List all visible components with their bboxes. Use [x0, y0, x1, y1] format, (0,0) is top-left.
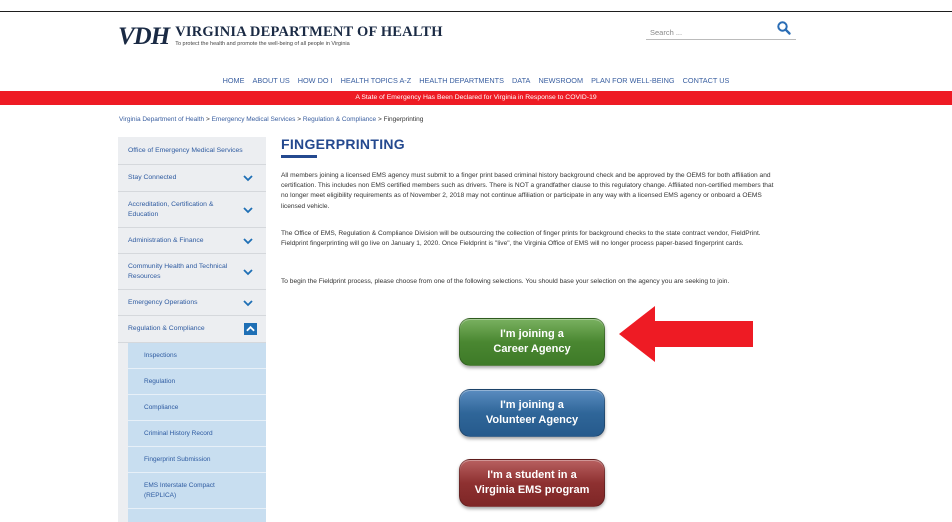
chevron-down-icon[interactable]: [243, 206, 253, 214]
search-icon[interactable]: [776, 20, 792, 36]
breadcrumb-vdh[interactable]: Virginia Department of Health: [119, 116, 204, 123]
sidebar-item-administration[interactable]: Administration & Finance: [118, 228, 266, 254]
sidebar-subitem-label: Inspections: [144, 351, 177, 359]
sidebar-subitem-criminal-history[interactable]: Criminal History Record: [128, 421, 266, 447]
breadcrumb-current: Fingerprinting: [383, 116, 424, 123]
sidebar-item-label: Stay Connected: [128, 174, 177, 181]
sidebar-item-label: Community Health and Technical Resources: [128, 262, 228, 280]
nav-plan-for-well-being[interactable]: PLAN FOR WELL-BEING: [591, 76, 675, 85]
sidebar-subitem-inspections[interactable]: Inspections: [128, 343, 266, 369]
breadcrumb-ems[interactable]: Emergency Medical Services: [212, 116, 296, 123]
breadcrumb-separator: >: [205, 116, 210, 123]
sidebar-subitem-compliance[interactable]: Compliance: [128, 395, 266, 421]
sidebar-item-oems[interactable]: Office of Emergency Medical Services: [118, 137, 266, 165]
button-line: I'm joining a: [500, 328, 564, 340]
sidebar-subitem-label: Compliance: [144, 403, 179, 411]
sidebar-subitem-label: Criminal History Record: [144, 429, 213, 437]
sidebar-subitem-partial[interactable]: [128, 509, 266, 522]
chevron-down-icon[interactable]: [243, 299, 253, 307]
sidebar-item-accreditation[interactable]: Accreditation, Certification & Education: [118, 192, 266, 228]
nav-data[interactable]: DATA: [512, 76, 530, 85]
search-input[interactable]: [650, 26, 760, 39]
sidebar-item-stay-connected[interactable]: Stay Connected: [118, 165, 266, 192]
chevron-down-icon[interactable]: [243, 268, 253, 276]
sidebar-item-community-health[interactable]: Community Health and Technical Resources: [118, 254, 266, 290]
chevron-down-icon[interactable]: [243, 237, 253, 245]
nav-home[interactable]: HOME: [223, 76, 245, 85]
main-nav: HOME ABOUT US HOW DO I HEALTH TOPICS A-Z…: [0, 76, 952, 85]
logo-text: VIRGINIA DEPARTMENT OF HEALTH To protect…: [175, 25, 443, 48]
title-underline: [281, 155, 317, 158]
logo-tagline: To protect the health and promote the we…: [175, 41, 350, 47]
fieldprint-paragraph: The Office of EMS, Regulation & Complian…: [281, 230, 761, 248]
nav-newsroom[interactable]: NEWSROOM: [538, 76, 583, 85]
volunteer-agency-button[interactable]: I'm joining a Volunteer Agency: [459, 389, 605, 437]
breadcrumb-separator: >: [297, 116, 301, 123]
search-box: [646, 21, 796, 40]
chevron-down-icon[interactable]: [243, 174, 253, 182]
sidebar-subitem-label: Regulation: [144, 377, 176, 385]
sidebar-item-label: Administration & Finance: [128, 236, 204, 244]
top-rule: [0, 11, 952, 12]
logo-name: VIRGINIA DEPARTMENT OF HEALTH: [175, 24, 443, 40]
sidebar-item-regulation-compliance[interactable]: Regulation & Compliance: [118, 316, 266, 343]
covid-emergency-banner[interactable]: A State of Emergency Has Been Declared f…: [0, 91, 952, 105]
button-line: I'm joining a: [500, 399, 564, 411]
button-line: Career Agency: [493, 343, 571, 355]
sidebar-subitem-regulation[interactable]: Regulation: [128, 369, 266, 395]
instructions-paragraph: To begin the Fieldprint process, please …: [281, 278, 730, 285]
sidebar-item-label: Office of Emergency Medical Services: [128, 146, 243, 154]
vdh-logo[interactable]: VDH VIRGINIA DEPARTMENT OF HEALTH To pro…: [118, 23, 443, 50]
breadcrumb: Virginia Department of Health > Emergenc…: [119, 116, 423, 123]
chevron-up-button[interactable]: [244, 323, 257, 335]
chevron-up-icon: [246, 325, 255, 332]
sidebar-subitem-ems-interstate-compact[interactable]: EMS Interstate Compact (REPLICA): [128, 473, 266, 509]
nav-how-do-i[interactable]: HOW DO I: [298, 76, 333, 85]
nav-health-topics[interactable]: HEALTH TOPICS A-Z: [341, 76, 412, 85]
arrow-left-icon: [619, 306, 753, 362]
career-agency-button[interactable]: I'm joining a Career Agency: [459, 318, 605, 366]
nav-about-us[interactable]: ABOUT US: [253, 76, 290, 85]
button-line: Virginia EMS program: [474, 484, 590, 496]
sidebar-subitem-label: Fingerprint Submission: [144, 455, 211, 463]
sidebar-item-label: Accreditation, Certification & Education: [128, 200, 214, 218]
breadcrumb-regulation[interactable]: Regulation & Compliance: [303, 116, 376, 123]
sidebar-subitem-fingerprint-submission[interactable]: Fingerprint Submission: [128, 447, 266, 473]
breadcrumb-separator: >: [377, 116, 382, 123]
page-title: FINGERPRINTING: [281, 136, 405, 152]
sidebar-item-label: Regulation & Compliance: [128, 325, 205, 332]
sidebar-item-label: Emergency Operations: [128, 298, 198, 306]
nav-contact-us[interactable]: CONTACT US: [683, 76, 730, 85]
button-line: I'm a student in a: [487, 469, 577, 481]
intro-paragraph: All members joining a licensed EMS agenc…: [281, 172, 774, 210]
logo-mark: VDH: [118, 23, 170, 50]
sidebar-item-emergency-operations[interactable]: Emergency Operations: [118, 290, 266, 316]
sidebar-subitem-label: EMS Interstate Compact (REPLICA): [144, 481, 215, 499]
button-line: Volunteer Agency: [485, 414, 579, 426]
nav-health-departments[interactable]: HEALTH DEPARTMENTS: [419, 76, 504, 85]
student-ems-program-button[interactable]: I'm a student in a Virginia EMS program: [459, 459, 605, 507]
sidebar: Office of Emergency Medical Services Sta…: [118, 137, 266, 522]
